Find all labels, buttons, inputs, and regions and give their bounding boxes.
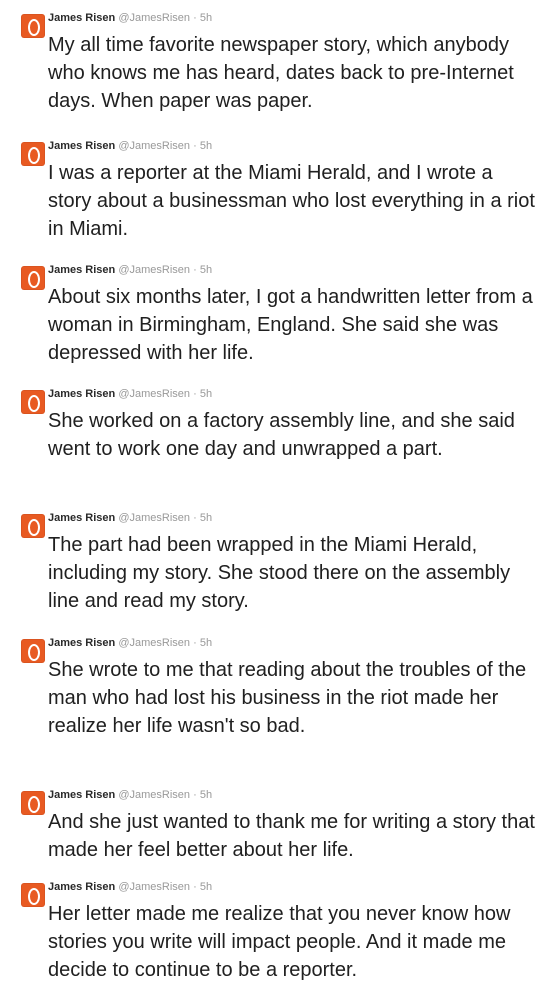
author-handle[interactable]: @JamesRisen [118,12,190,24]
tweet[interactable]: James Risen @JamesRisen · 5h About six m… [0,251,545,375]
avatar[interactable] [21,883,45,907]
timestamp[interactable]: 5h [200,789,212,801]
tweet[interactable]: James Risen @JamesRisen · 5h And she jus… [0,776,545,868]
separator: · [193,388,197,400]
avatar[interactable] [21,14,45,38]
author-handle[interactable]: @JamesRisen [118,388,190,400]
tweet-header: James Risen @JamesRisen · 5h [48,788,212,802]
avatar-logo-icon [28,888,40,905]
avatar-logo-icon [28,644,40,661]
timestamp[interactable]: 5h [200,637,212,649]
timestamp[interactable]: 5h [200,12,212,24]
author-handle[interactable]: @JamesRisen [118,264,190,276]
tweet[interactable]: James Risen @JamesRisen · 5h I was a rep… [0,127,545,251]
author-handle[interactable]: @JamesRisen [118,512,190,524]
author-name[interactable]: James Risen [48,512,115,524]
tweet-timeline: James Risen @JamesRisen · 5h My all time… [0,0,545,988]
tweet-header: James Risen @JamesRisen · 5h [48,139,212,153]
separator: · [193,637,197,649]
tweet[interactable]: James Risen @JamesRisen · 5h Her letter … [0,868,545,988]
tweet-text: She wrote to me that reading about the t… [48,659,527,737]
avatar[interactable] [21,266,45,290]
timestamp[interactable]: 5h [200,388,212,400]
tweet-text: The part had been wrapped in the Miami H… [48,534,511,612]
author-handle[interactable]: @JamesRisen [118,881,190,893]
timestamp[interactable]: 5h [200,881,212,893]
tweet-header: James Risen @JamesRisen · 5h [48,880,212,894]
tweet[interactable]: James Risen @JamesRisen · 5h My all time… [0,0,545,126]
author-name[interactable]: James Risen [48,388,115,400]
avatar-logo-icon [28,796,40,813]
separator: · [193,881,197,893]
author-name[interactable]: James Risen [48,264,115,276]
avatar[interactable] [21,639,45,663]
tweet[interactable]: James Risen @JamesRisen · 5h The part ha… [0,499,545,624]
author-handle[interactable]: @JamesRisen [118,789,190,801]
separator: · [193,140,197,152]
author-name[interactable]: James Risen [48,789,115,801]
avatar[interactable] [21,390,45,414]
avatar-logo-icon [28,19,40,36]
separator: · [193,512,197,524]
author-name[interactable]: James Risen [48,140,115,152]
author-name[interactable]: James Risen [48,637,115,649]
tweet-text: My all time favorite newspaper story, wh… [48,34,514,112]
tweet[interactable]: James Risen @JamesRisen · 5h She wrote t… [0,624,545,776]
author-name[interactable]: James Risen [48,12,115,24]
tweet-header: James Risen @JamesRisen · 5h [48,511,212,525]
avatar[interactable] [21,142,45,166]
tweet-header: James Risen @JamesRisen · 5h [48,636,212,650]
tweet-text: And she just wanted to thank me for writ… [48,811,535,861]
author-handle[interactable]: @JamesRisen [118,140,190,152]
avatar-logo-icon [28,395,40,412]
tweet-text: About six months later, I got a handwrit… [48,286,533,364]
tweet-text: She worked on a factory assembly line, a… [48,410,515,460]
avatar-logo-icon [28,271,40,288]
tweet-header: James Risen @JamesRisen · 5h [48,387,212,401]
author-name[interactable]: James Risen [48,881,115,893]
tweet[interactable]: James Risen @JamesRisen · 5h She worked … [0,375,545,499]
avatar[interactable] [21,791,45,815]
tweet-text: Her letter made me realize that you neve… [48,903,511,981]
avatar-logo-icon [28,147,40,164]
separator: · [193,264,197,276]
timestamp[interactable]: 5h [200,512,212,524]
tweet-header: James Risen @JamesRisen · 5h [48,11,212,25]
avatar[interactable] [21,514,45,538]
tweet-text: I was a reporter at the Miami Herald, an… [48,162,535,240]
avatar-logo-icon [28,519,40,536]
separator: · [193,789,197,801]
timestamp[interactable]: 5h [200,264,212,276]
author-handle[interactable]: @JamesRisen [118,637,190,649]
tweet-header: James Risen @JamesRisen · 5h [48,263,212,277]
separator: · [193,12,197,24]
timestamp[interactable]: 5h [200,140,212,152]
